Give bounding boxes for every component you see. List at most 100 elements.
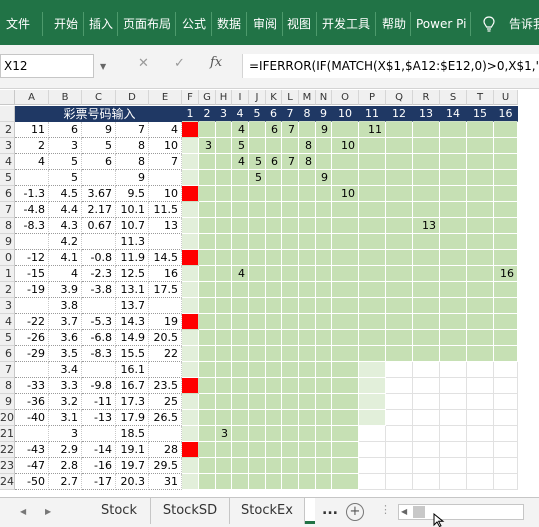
data-cell-b[interactable]: 3.1 <box>49 410 82 426</box>
number-cell-g[interactable] <box>199 266 216 282</box>
number-cell-l[interactable] <box>282 362 299 378</box>
number-cell-s[interactable] <box>440 314 467 330</box>
data-cell-c[interactable]: -3.8 <box>82 282 116 298</box>
number-cell-t[interactable] <box>467 122 494 138</box>
number-cell-g[interactable] <box>199 362 216 378</box>
data-cell-a[interactable]: 4 <box>15 154 49 170</box>
red-marker-cell[interactable] <box>182 314 199 330</box>
number-cell-m[interactable] <box>299 314 316 330</box>
data-cell-e[interactable]: 25 <box>149 394 182 410</box>
number-cell-g[interactable] <box>199 314 216 330</box>
number-header-cell[interactable]: 6 <box>266 106 282 122</box>
number-cell-q[interactable] <box>386 138 413 154</box>
data-cell-d[interactable]: 9 <box>116 170 149 186</box>
number-cell-j[interactable] <box>249 234 266 250</box>
data-cell-c[interactable]: 9 <box>82 122 116 138</box>
tab-power-pivot[interactable]: Power Pi <box>416 14 466 34</box>
marker-cell[interactable] <box>182 282 199 298</box>
number-cell-k[interactable] <box>266 186 282 202</box>
red-marker-cell[interactable] <box>182 250 199 266</box>
number-cell-r[interactable] <box>413 266 440 282</box>
number-cell-r[interactable] <box>413 394 440 410</box>
number-cell-i[interactable] <box>232 298 249 314</box>
number-cell-r[interactable] <box>413 202 440 218</box>
number-cell-i[interactable] <box>232 474 249 490</box>
number-cell-u[interactable] <box>494 298 518 314</box>
number-cell-g[interactable] <box>199 298 216 314</box>
number-cell-s[interactable] <box>440 362 467 378</box>
red-marker-cell[interactable] <box>182 122 199 138</box>
number-cell-o[interactable] <box>332 458 359 474</box>
data-cell-c[interactable]: 2.17 <box>82 202 116 218</box>
data-cell-e[interactable]: 4 <box>149 122 182 138</box>
number-cell-s[interactable] <box>440 202 467 218</box>
data-cell-a[interactable]: -47 <box>15 458 49 474</box>
number-header-cell[interactable]: 1 <box>182 106 199 122</box>
column-header-m[interactable]: M <box>299 90 316 105</box>
marker-cell[interactable] <box>182 346 199 362</box>
data-cell-d[interactable]: 11.3 <box>116 234 149 250</box>
marker-cell[interactable] <box>182 330 199 346</box>
marker-cell[interactable] <box>182 410 199 426</box>
number-cell-n[interactable] <box>316 394 332 410</box>
number-header-cell[interactable]: 11 <box>359 106 386 122</box>
number-header-cell[interactable]: 8 <box>299 106 316 122</box>
row-header[interactable]: 2 <box>0 282 15 298</box>
number-cell-k[interactable] <box>266 410 282 426</box>
row-header[interactable]: 9 <box>0 234 15 250</box>
number-cell-h[interactable] <box>216 458 232 474</box>
number-cell-u[interactable] <box>494 330 518 346</box>
number-cell-s[interactable] <box>440 474 467 490</box>
number-cell-q[interactable] <box>386 202 413 218</box>
number-cell-q[interactable] <box>386 266 413 282</box>
number-cell-l[interactable] <box>282 458 299 474</box>
number-cell-k[interactable] <box>266 298 282 314</box>
row-header[interactable]: 8 <box>0 218 15 234</box>
data-cell-b[interactable]: 3 <box>49 138 82 154</box>
number-cell-i[interactable] <box>232 442 249 458</box>
more-sheets-button[interactable]: ... <box>322 502 338 518</box>
number-cell-t[interactable] <box>467 426 494 442</box>
column-header-g[interactable]: G <box>199 90 216 105</box>
data-cell-b[interactable]: 3.9 <box>49 282 82 298</box>
tab-data[interactable]: 数据 <box>217 14 241 34</box>
number-cell-p[interactable] <box>359 410 386 426</box>
number-cell-o[interactable] <box>332 442 359 458</box>
number-cell-h[interactable]: 3 <box>216 426 232 442</box>
data-cell-b[interactable]: 3.8 <box>49 298 82 314</box>
number-cell-m[interactable] <box>299 186 316 202</box>
number-cell-o[interactable] <box>332 314 359 330</box>
marker-cell[interactable] <box>182 234 199 250</box>
row-header[interactable]: 5 <box>0 170 15 186</box>
number-cell-l[interactable] <box>282 442 299 458</box>
data-cell-a[interactable]: -36 <box>15 394 49 410</box>
number-cell-o[interactable] <box>332 362 359 378</box>
number-cell-j[interactable] <box>249 330 266 346</box>
row-header[interactable]: 24 <box>0 474 15 490</box>
number-cell-j[interactable] <box>249 298 266 314</box>
number-cell-u[interactable] <box>494 250 518 266</box>
number-cell-i[interactable] <box>232 330 249 346</box>
number-cell-h[interactable] <box>216 186 232 202</box>
number-cell-l[interactable] <box>282 234 299 250</box>
number-cell-i[interactable] <box>232 250 249 266</box>
number-cell-s[interactable] <box>440 282 467 298</box>
data-cell-a[interactable]: -12 <box>15 250 49 266</box>
tab-review[interactable]: 审阅 <box>253 14 277 34</box>
number-cell-g[interactable] <box>199 202 216 218</box>
data-cell-d[interactable]: 19.7 <box>116 458 149 474</box>
data-cell-b[interactable]: 3.6 <box>49 330 82 346</box>
number-cell-r[interactable] <box>413 346 440 362</box>
number-cell-l[interactable]: 7 <box>282 154 299 170</box>
number-cell-r[interactable]: 13 <box>413 218 440 234</box>
number-cell-q[interactable] <box>386 234 413 250</box>
number-cell-p[interactable] <box>359 362 386 378</box>
tab-file[interactable]: 文件 <box>6 14 30 34</box>
number-cell-h[interactable] <box>216 298 232 314</box>
number-cell-r[interactable] <box>413 234 440 250</box>
data-cell-a[interactable]: -8.3 <box>15 218 49 234</box>
number-cell-h[interactable] <box>216 314 232 330</box>
number-cell-g[interactable] <box>199 250 216 266</box>
number-cell-m[interactable] <box>299 250 316 266</box>
number-cell-h[interactable] <box>216 218 232 234</box>
